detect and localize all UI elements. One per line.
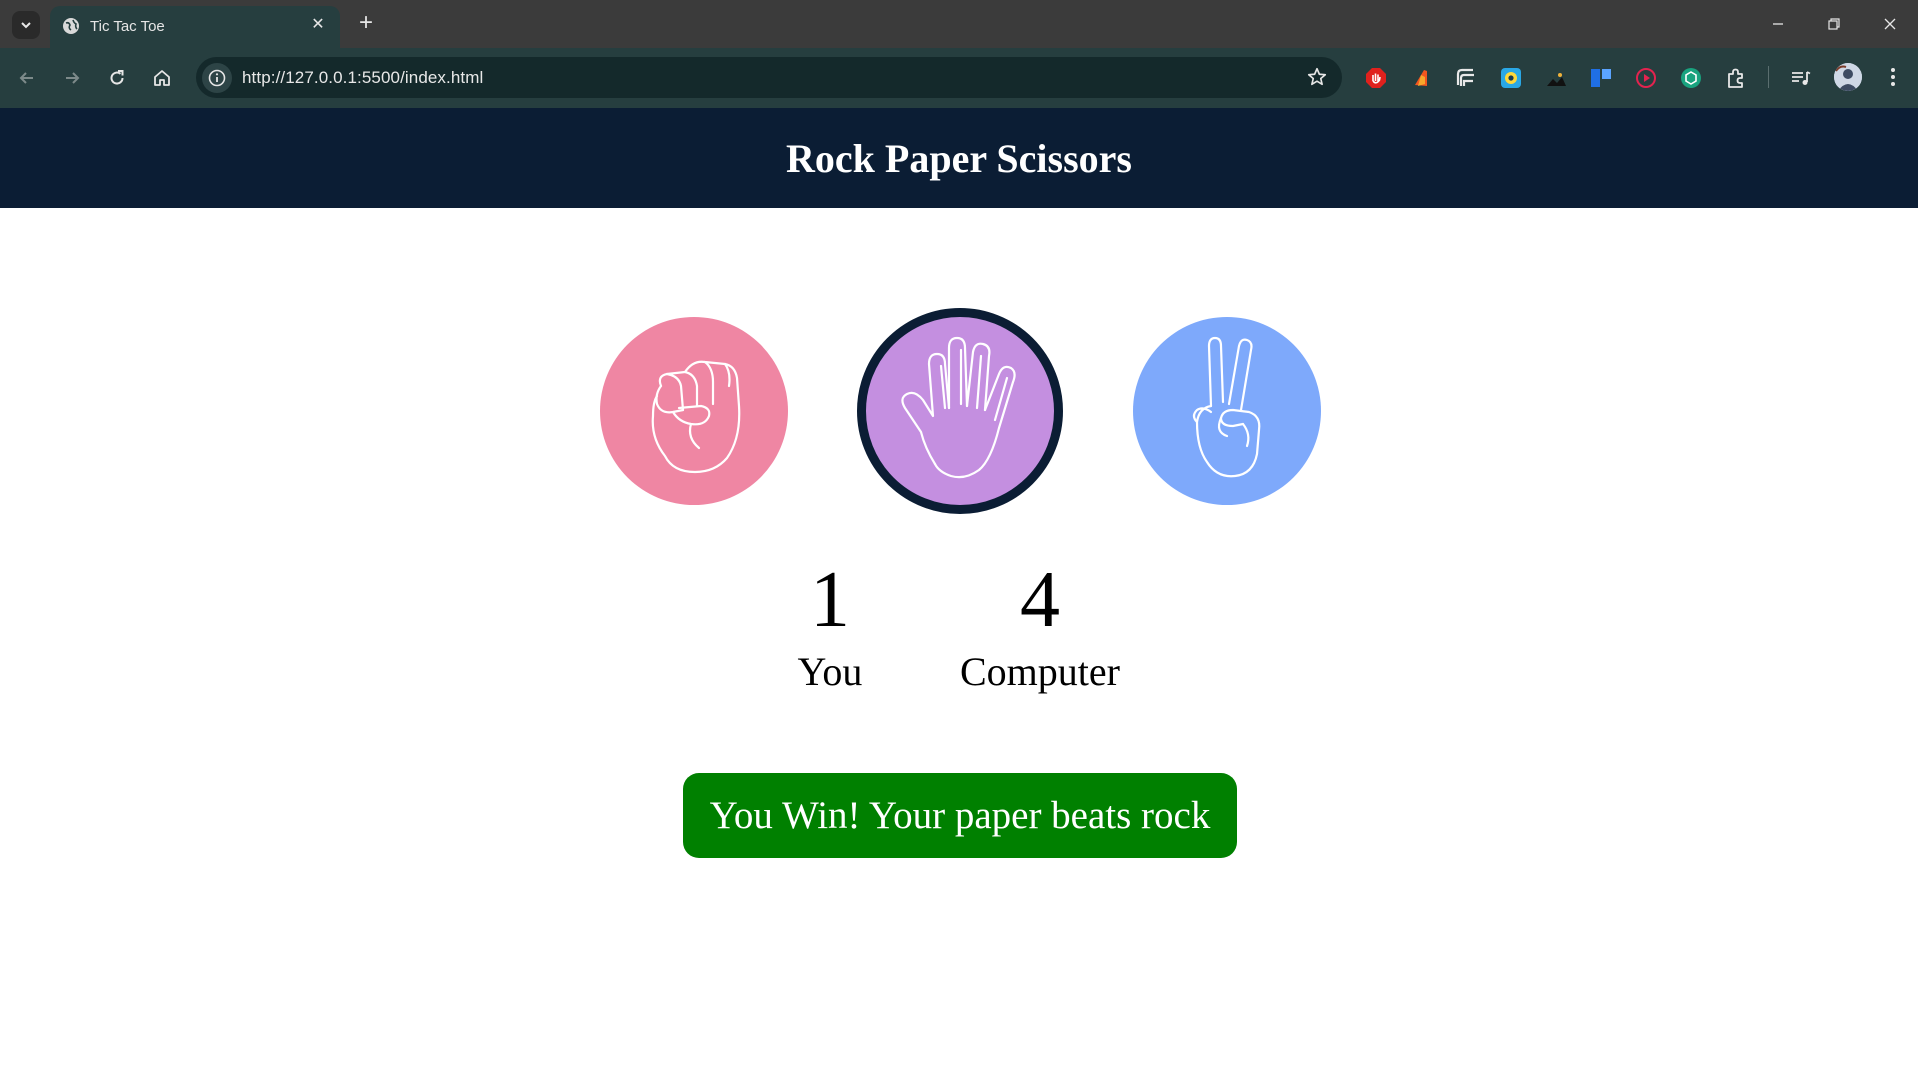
globe-icon	[63, 18, 79, 34]
minimize-button[interactable]	[1756, 8, 1800, 40]
media-control-icon[interactable]	[1788, 65, 1814, 91]
arrow-left-icon	[19, 72, 33, 84]
close-icon	[1884, 18, 1896, 30]
peace-hand-icon	[1192, 336, 1261, 478]
close-window-button[interactable]	[1868, 8, 1912, 40]
reload-icon	[110, 70, 124, 85]
wallet-extension-icon[interactable]	[1498, 65, 1524, 91]
arrow-right-icon	[66, 72, 80, 84]
browser-menu-icon[interactable]	[1884, 66, 1902, 88]
user-score: 1 You	[760, 560, 900, 694]
avatar-icon	[1834, 63, 1862, 91]
extensions-puzzle-icon[interactable]	[1723, 65, 1749, 91]
user-score-label: You	[797, 649, 863, 694]
rock-choice-button[interactable]	[600, 317, 788, 505]
user-score-value: 1	[810, 556, 850, 644]
trello-extension-icon[interactable]	[1588, 65, 1614, 91]
result-message: You Win! Your paper beats rock	[683, 773, 1237, 858]
browser-toolbar: http://127.0.0.1:5500/index.html	[0, 48, 1918, 108]
dark-extension-icon[interactable]	[1543, 65, 1569, 91]
paper-choice-button[interactable]	[857, 308, 1063, 514]
computer-score-value: 4	[1020, 556, 1060, 644]
site-info-button[interactable]	[202, 63, 232, 93]
office-extension-icon[interactable]	[1408, 65, 1434, 91]
reload-button[interactable]	[101, 62, 133, 94]
fist-icon	[651, 360, 741, 474]
url-text[interactable]: http://127.0.0.1:5500/index.html	[242, 68, 483, 88]
back-button[interactable]	[11, 62, 43, 94]
tab-title: Tic Tac Toe	[90, 18, 165, 35]
computer-score-label: Computer	[960, 649, 1120, 694]
page-title: Rock Paper Scissors	[786, 135, 1132, 181]
toolbar-separator	[1768, 66, 1769, 88]
new-tab-button[interactable]: +	[352, 10, 380, 38]
minimize-icon	[1773, 23, 1783, 25]
scissors-choice-button[interactable]	[1133, 317, 1321, 505]
page-header: Rock Paper Scissors	[0, 108, 1918, 208]
home-icon	[154, 70, 170, 86]
browser-tab[interactable]: Tic Tac Toe ✕	[50, 6, 340, 48]
tab-search-button[interactable]	[12, 11, 40, 39]
open-hand-icon	[901, 336, 1016, 479]
info-icon	[208, 69, 226, 87]
address-bar[interactable]: http://127.0.0.1:5500/index.html	[196, 57, 1342, 98]
adblock-extension-icon[interactable]	[1363, 65, 1389, 91]
profile-avatar[interactable]	[1834, 63, 1862, 91]
video-extension-icon[interactable]	[1633, 65, 1659, 91]
home-button[interactable]	[146, 62, 178, 94]
computer-score: 4 Computer	[940, 560, 1140, 694]
close-tab-icon[interactable]: ✕	[308, 14, 328, 36]
restore-button[interactable]	[1812, 8, 1856, 40]
forward-button[interactable]	[56, 62, 88, 94]
chatgpt-extension-icon[interactable]	[1678, 65, 1704, 91]
bookmark-star-icon[interactable]	[1306, 66, 1328, 88]
chevron-down-icon	[21, 22, 31, 29]
restore-icon	[1828, 18, 1840, 30]
browser-tab-bar: Tic Tac Toe ✕ +	[0, 0, 1918, 48]
sync-extension-icon[interactable]	[1453, 65, 1479, 91]
